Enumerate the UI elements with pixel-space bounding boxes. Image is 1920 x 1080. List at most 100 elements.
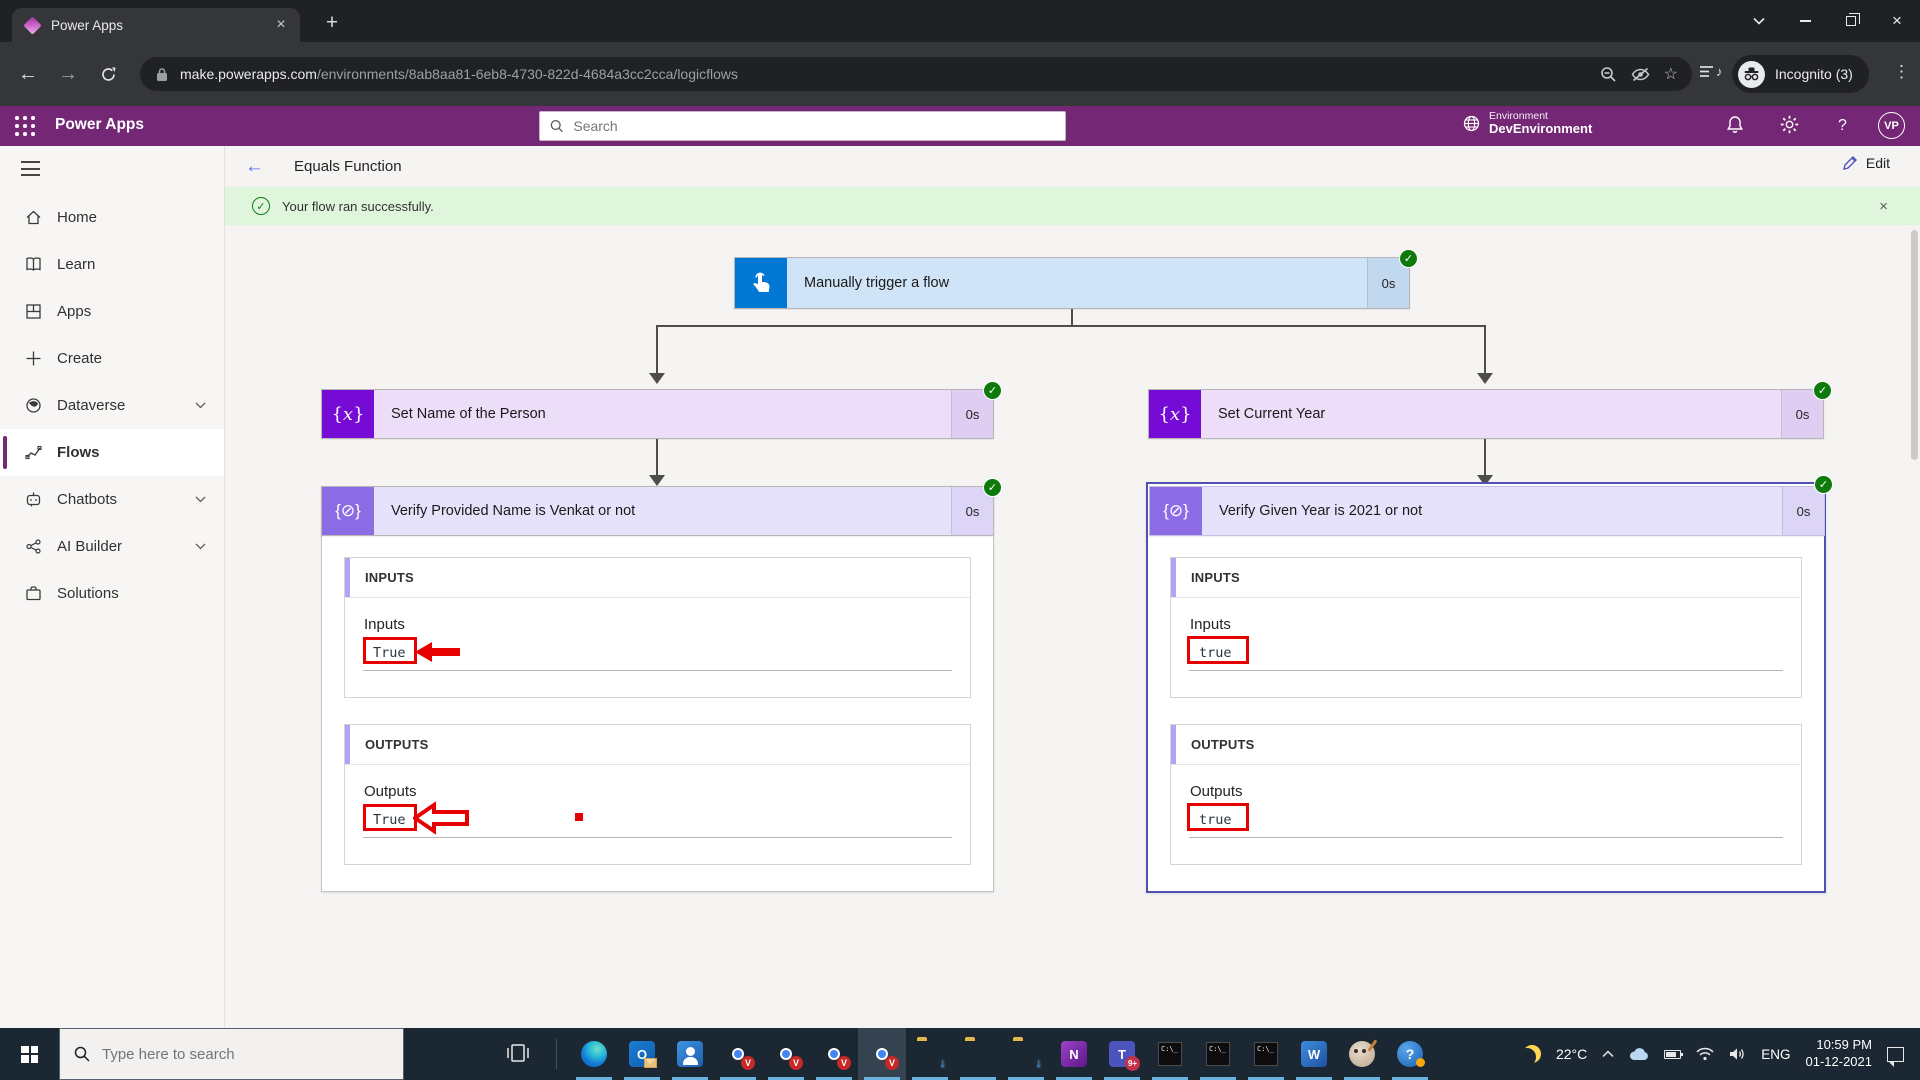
connector-line — [656, 439, 658, 475]
compose-icon: {⊘} — [322, 487, 374, 535]
media-controls-icon[interactable]: ♪ — [1700, 64, 1723, 79]
settings-gear-icon[interactable] — [1780, 115, 1799, 134]
task-view-icon[interactable] — [505, 1040, 531, 1066]
scrollbar[interactable] — [1911, 230, 1918, 460]
taskbar-folder-download-icon[interactable]: ↓ — [1002, 1028, 1050, 1080]
start-button[interactable] — [0, 1028, 59, 1080]
tab-close-icon[interactable]: × — [272, 16, 290, 34]
notifications-bell-icon[interactable] — [1726, 115, 1744, 134]
taskbar-gimp-icon[interactable] — [1338, 1028, 1386, 1080]
taskbar-folder-download-icon[interactable]: ↓ — [906, 1028, 954, 1080]
hamburger-menu-icon[interactable] — [21, 161, 40, 176]
connector-arrow-icon — [649, 475, 665, 486]
taskbar-terminal-icon[interactable]: C:\_ — [1242, 1028, 1290, 1080]
sidebar-item-create[interactable]: Create — [0, 335, 224, 382]
browser-menu-icon[interactable]: ⋮ — [1893, 62, 1910, 82]
window-restore-button[interactable] — [1828, 0, 1874, 42]
avatar[interactable]: VP — [1878, 112, 1905, 139]
connector-line — [1484, 439, 1486, 475]
node-verify-year[interactable]: {⊘} Verify Given Year is 2021 or not 0s — [1149, 486, 1825, 536]
node-title: Verify Given Year is 2021 or not — [1219, 503, 1423, 519]
weather-moon-icon[interactable] — [1523, 1045, 1541, 1063]
tray-chevron-up-icon[interactable] — [1602, 1050, 1614, 1058]
outputs-value-row: True — [363, 801, 952, 838]
battery-icon[interactable] — [1664, 1049, 1684, 1059]
taskbar-chrome-icon[interactable]: V — [714, 1028, 762, 1080]
forward-button[interactable]: → — [48, 63, 88, 86]
taskbar-terminal-icon[interactable]: C:\_ — [1194, 1028, 1242, 1080]
taskbar-terminal-icon[interactable]: C:\_ — [1146, 1028, 1194, 1080]
success-check-icon: ✓ — [1399, 249, 1418, 268]
node-duration: 0s — [1782, 487, 1824, 535]
outputs-label: Outputs — [364, 783, 417, 800]
app-brand[interactable]: Power Apps — [55, 116, 144, 134]
screen: Power Apps × + × ← → make.powerapps.com/… — [0, 0, 1920, 1080]
app-search-input[interactable] — [573, 118, 1055, 134]
sidebar-item-chatbots[interactable]: Chatbots — [0, 476, 224, 523]
taskbar-word-icon[interactable]: W — [1290, 1028, 1338, 1080]
sidebar-item-dataverse[interactable]: Dataverse — [0, 382, 224, 429]
taskbar-chrome-icon[interactable]: V — [762, 1028, 810, 1080]
sidebar-item-flows[interactable]: Flows — [0, 429, 224, 476]
sidebar-item-ai-builder[interactable]: AI Builder — [0, 523, 224, 570]
weather-temperature[interactable]: 22°C — [1556, 1046, 1587, 1062]
window-close-button[interactable]: × — [1874, 0, 1920, 42]
browser-tab[interactable]: Power Apps × — [12, 8, 300, 42]
eye-hidden-icon[interactable] — [1631, 67, 1650, 82]
taskbar-clock[interactable]: 10:59 PM 01-12-2021 — [1806, 1037, 1873, 1071]
node-set-current-year[interactable]: {x} Set Current Year 0s ✓ — [1148, 381, 1832, 439]
taskbar-chrome-icon[interactable]: V — [810, 1028, 858, 1080]
zoom-out-icon[interactable] — [1600, 66, 1617, 83]
waffle-menu-icon[interactable] — [15, 116, 36, 137]
sidebar-item-apps[interactable]: Apps — [0, 288, 224, 335]
taskbar-get-help-icon[interactable]: ? — [1386, 1028, 1434, 1080]
back-button[interactable]: ← — [8, 63, 48, 86]
speaker-icon[interactable] — [1729, 1047, 1746, 1061]
banner-text: Your flow ran successfully. — [282, 198, 434, 214]
tab-search-chevron-icon[interactable] — [1736, 0, 1782, 42]
sidebar-item-label: Create — [57, 350, 103, 367]
card-verify-name: {⊘} Verify Provided Name is Venkat or no… — [321, 478, 1002, 892]
taskbar: O V V V V ↓ ↓ N T9+ C:\_ C:\_ C:\_ W ? 2… — [0, 1028, 1920, 1080]
inputs-value-row: true — [1187, 636, 1783, 671]
node-verify-name[interactable]: {⊘} Verify Provided Name is Venkat or no… — [321, 478, 1002, 536]
taskbar-teams-icon[interactable]: T 9+ — [1098, 1028, 1146, 1080]
flow-canvas: Manually trigger a flow 0s ✓ {x} Set Nam… — [225, 226, 1920, 1028]
inputs-panel: INPUTS Inputs True — [344, 557, 971, 698]
sidebar-item-learn[interactable]: Learn — [0, 241, 224, 288]
banner-close-icon[interactable]: × — [1879, 198, 1888, 215]
sidebar-item-home[interactable]: Home — [0, 194, 224, 241]
environment-picker[interactable]: Environment DevEnvironment — [1463, 110, 1592, 137]
address-bar[interactable]: make.powerapps.com/environments/8ab8aa81… — [140, 57, 1692, 91]
reload-button[interactable] — [88, 66, 128, 83]
sidebar-item-solutions[interactable]: Solutions — [0, 570, 224, 617]
inputs-header: INPUTS — [1171, 558, 1801, 598]
help-icon[interactable]: ? — [1838, 117, 1847, 135]
outputs-value-row: true — [1187, 803, 1783, 838]
new-tab-button[interactable]: + — [318, 10, 346, 38]
window-minimize-button[interactable] — [1782, 0, 1828, 42]
edit-button[interactable]: Edit — [1842, 155, 1890, 171]
node-manually-trigger-flow[interactable]: Manually trigger a flow 0s ✓ — [734, 249, 1418, 309]
powerapps-logo-icon — [23, 15, 42, 35]
app-search-box[interactable] — [539, 111, 1066, 141]
back-arrow-icon[interactable]: ← — [245, 156, 264, 178]
outputs-header: OUTPUTS — [1171, 725, 1801, 765]
action-center-icon[interactable] — [1887, 1046, 1904, 1067]
incognito-badge[interactable]: Incognito (3) — [1732, 55, 1869, 93]
taskbar-search[interactable] — [59, 1028, 404, 1080]
taskbar-chrome-active-icon[interactable]: V — [858, 1028, 906, 1080]
onedrive-cloud-icon[interactable] — [1629, 1047, 1649, 1061]
taskbar-folder-icon[interactable] — [954, 1028, 1002, 1080]
bookmark-star-icon[interactable]: ☆ — [1664, 64, 1678, 84]
taskbar-search-input[interactable] — [102, 1045, 372, 1063]
sidebar-item-label: Solutions — [57, 585, 119, 602]
taskbar-people-icon[interactable] — [666, 1028, 714, 1080]
language-indicator[interactable]: ENG — [1761, 1047, 1790, 1062]
node-set-name-of-person[interactable]: {x} Set Name of the Person 0s ✓ — [321, 381, 1002, 439]
annotation-red-arrow-outline-icon — [413, 801, 469, 835]
taskbar-onenote-icon[interactable]: N — [1050, 1028, 1098, 1080]
taskbar-edge-icon[interactable] — [570, 1028, 618, 1080]
wifi-icon[interactable] — [1696, 1047, 1714, 1061]
taskbar-outlook-icon[interactable]: O — [618, 1028, 666, 1080]
